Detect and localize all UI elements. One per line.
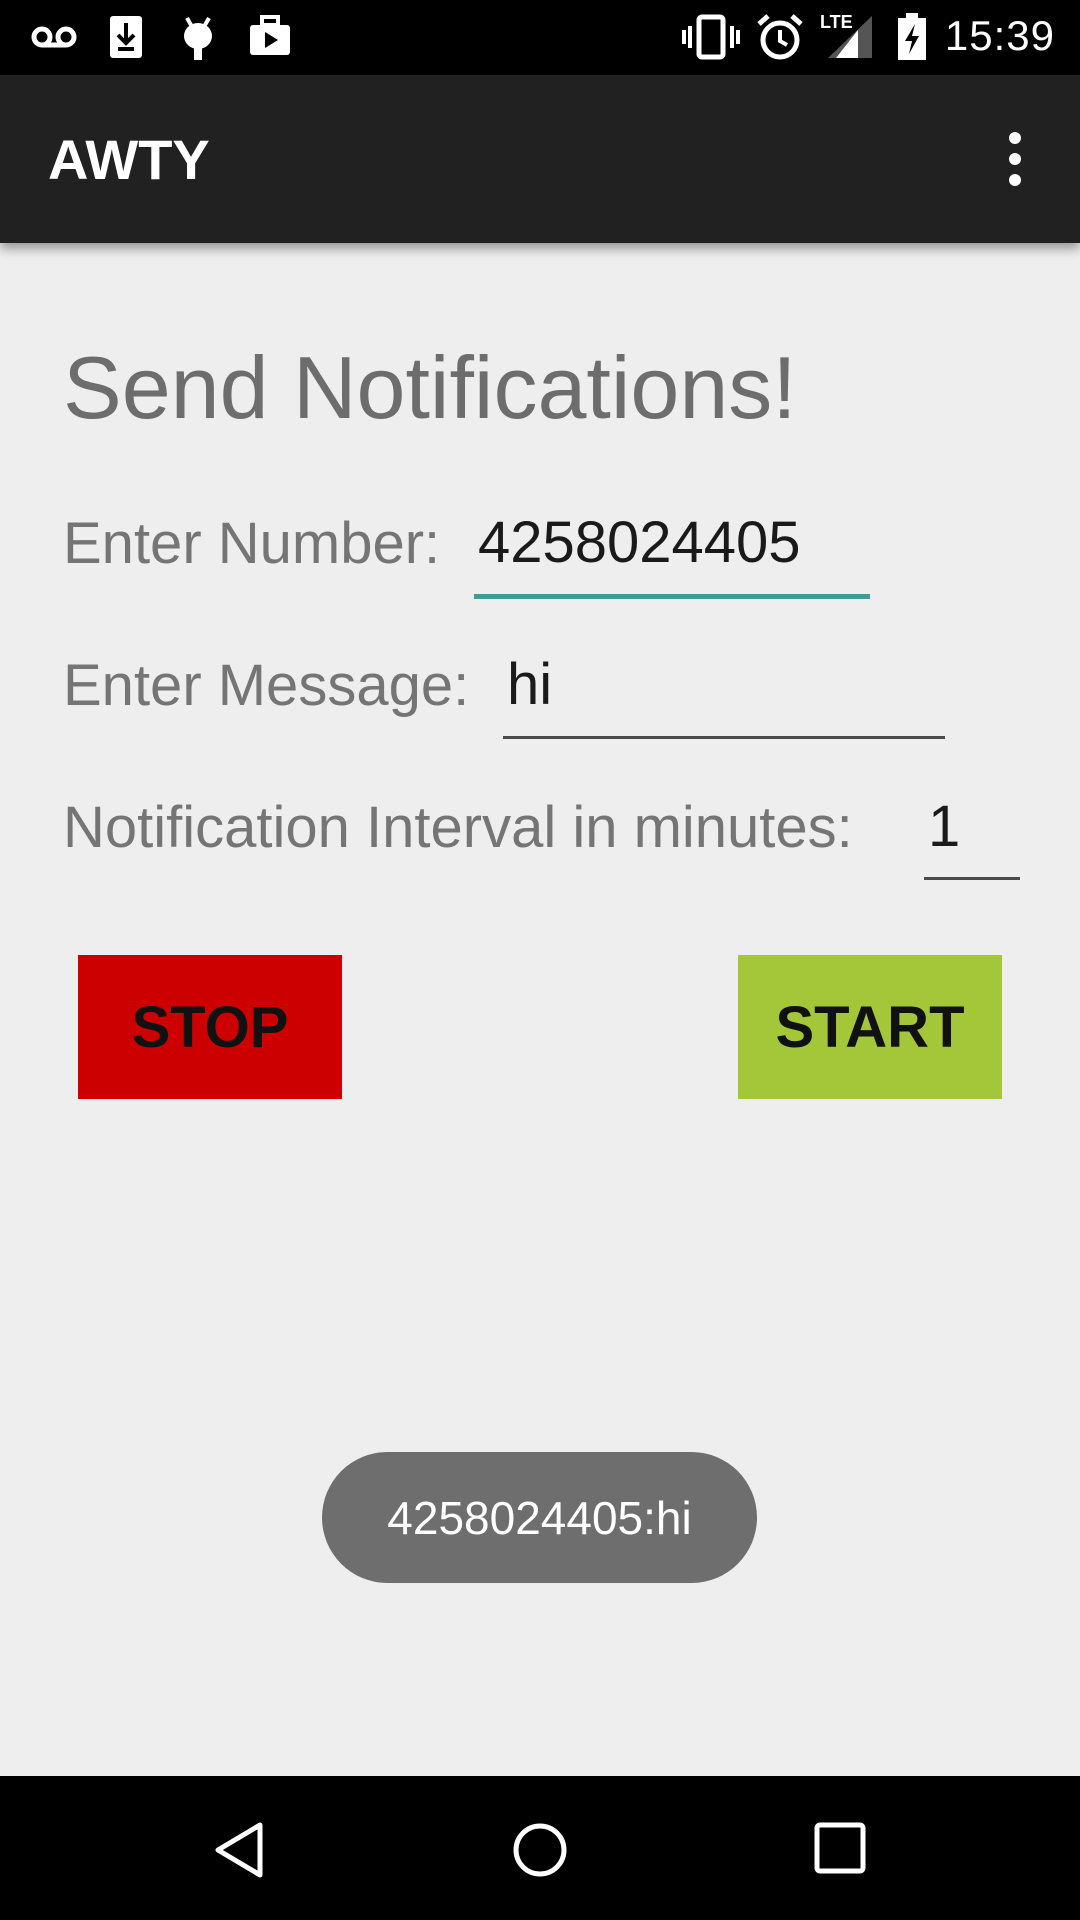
android-debug-icon bbox=[184, 17, 212, 60]
stop-button[interactable]: STOP bbox=[78, 955, 342, 1099]
overflow-menu-button[interactable] bbox=[980, 124, 1050, 194]
app-title: AWTY bbox=[48, 128, 210, 191]
interval-label: Notification Interval in minutes: bbox=[63, 795, 853, 860]
interval-input[interactable]: 1 bbox=[924, 793, 1020, 880]
page-title: Send Notifications! bbox=[63, 338, 797, 437]
start-button[interactable]: START bbox=[738, 955, 1002, 1099]
back-icon[interactable] bbox=[210, 1820, 270, 1880]
number-label: Enter Number: bbox=[63, 511, 441, 576]
recents-icon[interactable] bbox=[812, 1820, 868, 1876]
message-input[interactable]: hi bbox=[503, 651, 945, 739]
status-clock: 15:39 bbox=[944, 12, 1055, 59]
message-label: Enter Message: bbox=[63, 653, 470, 718]
status-bar: LTE 15:39 bbox=[0, 0, 1080, 75]
number-input[interactable]: 4258024405 bbox=[474, 509, 870, 599]
media-icon bbox=[250, 15, 290, 55]
battery-charging-icon bbox=[898, 13, 926, 60]
voicemail-icon bbox=[31, 26, 77, 48]
navigation-bar bbox=[0, 1776, 1080, 1920]
vibrate-icon bbox=[682, 14, 740, 60]
lte-signal-icon bbox=[828, 16, 872, 58]
more-vert-icon bbox=[1009, 132, 1021, 186]
toast-message: 4258024405:hi bbox=[322, 1452, 757, 1583]
home-icon[interactable] bbox=[510, 1820, 570, 1880]
app-bar: AWTY bbox=[0, 75, 1080, 243]
alarm-icon bbox=[757, 14, 803, 60]
download-icon bbox=[110, 16, 142, 58]
